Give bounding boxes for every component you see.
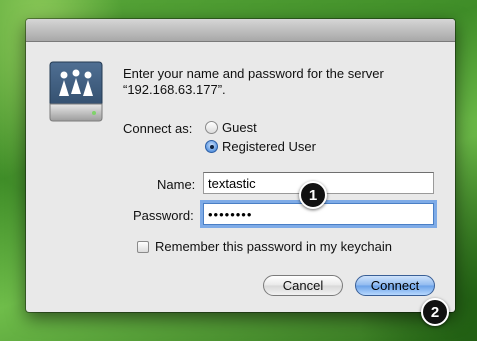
radio-guest-label: Guest xyxy=(222,120,257,135)
remember-checkbox-label: Remember this password in my keychain xyxy=(155,239,392,254)
radio-registered-user-control[interactable] xyxy=(205,140,218,153)
radio-registered-user[interactable]: Registered User xyxy=(205,139,316,154)
cancel-button[interactable]: Cancel xyxy=(263,275,343,296)
name-label: Name: xyxy=(157,177,196,192)
remember-password-checkbox[interactable]: Remember this password in my keychain xyxy=(137,239,392,254)
file-server-icon xyxy=(49,61,103,122)
connect-as-label: Connect as: xyxy=(123,121,193,136)
connect-to-server-dialog: Enter your name and password for the ser… xyxy=(26,19,455,312)
connect-button[interactable]: Connect xyxy=(355,275,435,296)
radio-registered-user-label: Registered User xyxy=(222,139,316,154)
radio-guest-control[interactable] xyxy=(205,121,218,134)
step-marker-1: 1 xyxy=(299,181,327,209)
remember-checkbox-control[interactable] xyxy=(137,240,149,253)
step-marker-2: 2 xyxy=(421,298,449,326)
dialog-message: Enter your name and password for the ser… xyxy=(123,66,384,97)
radio-guest[interactable]: Guest xyxy=(205,120,257,135)
password-label: Password: xyxy=(133,208,194,223)
dialog-titlebar[interactable] xyxy=(26,19,455,42)
